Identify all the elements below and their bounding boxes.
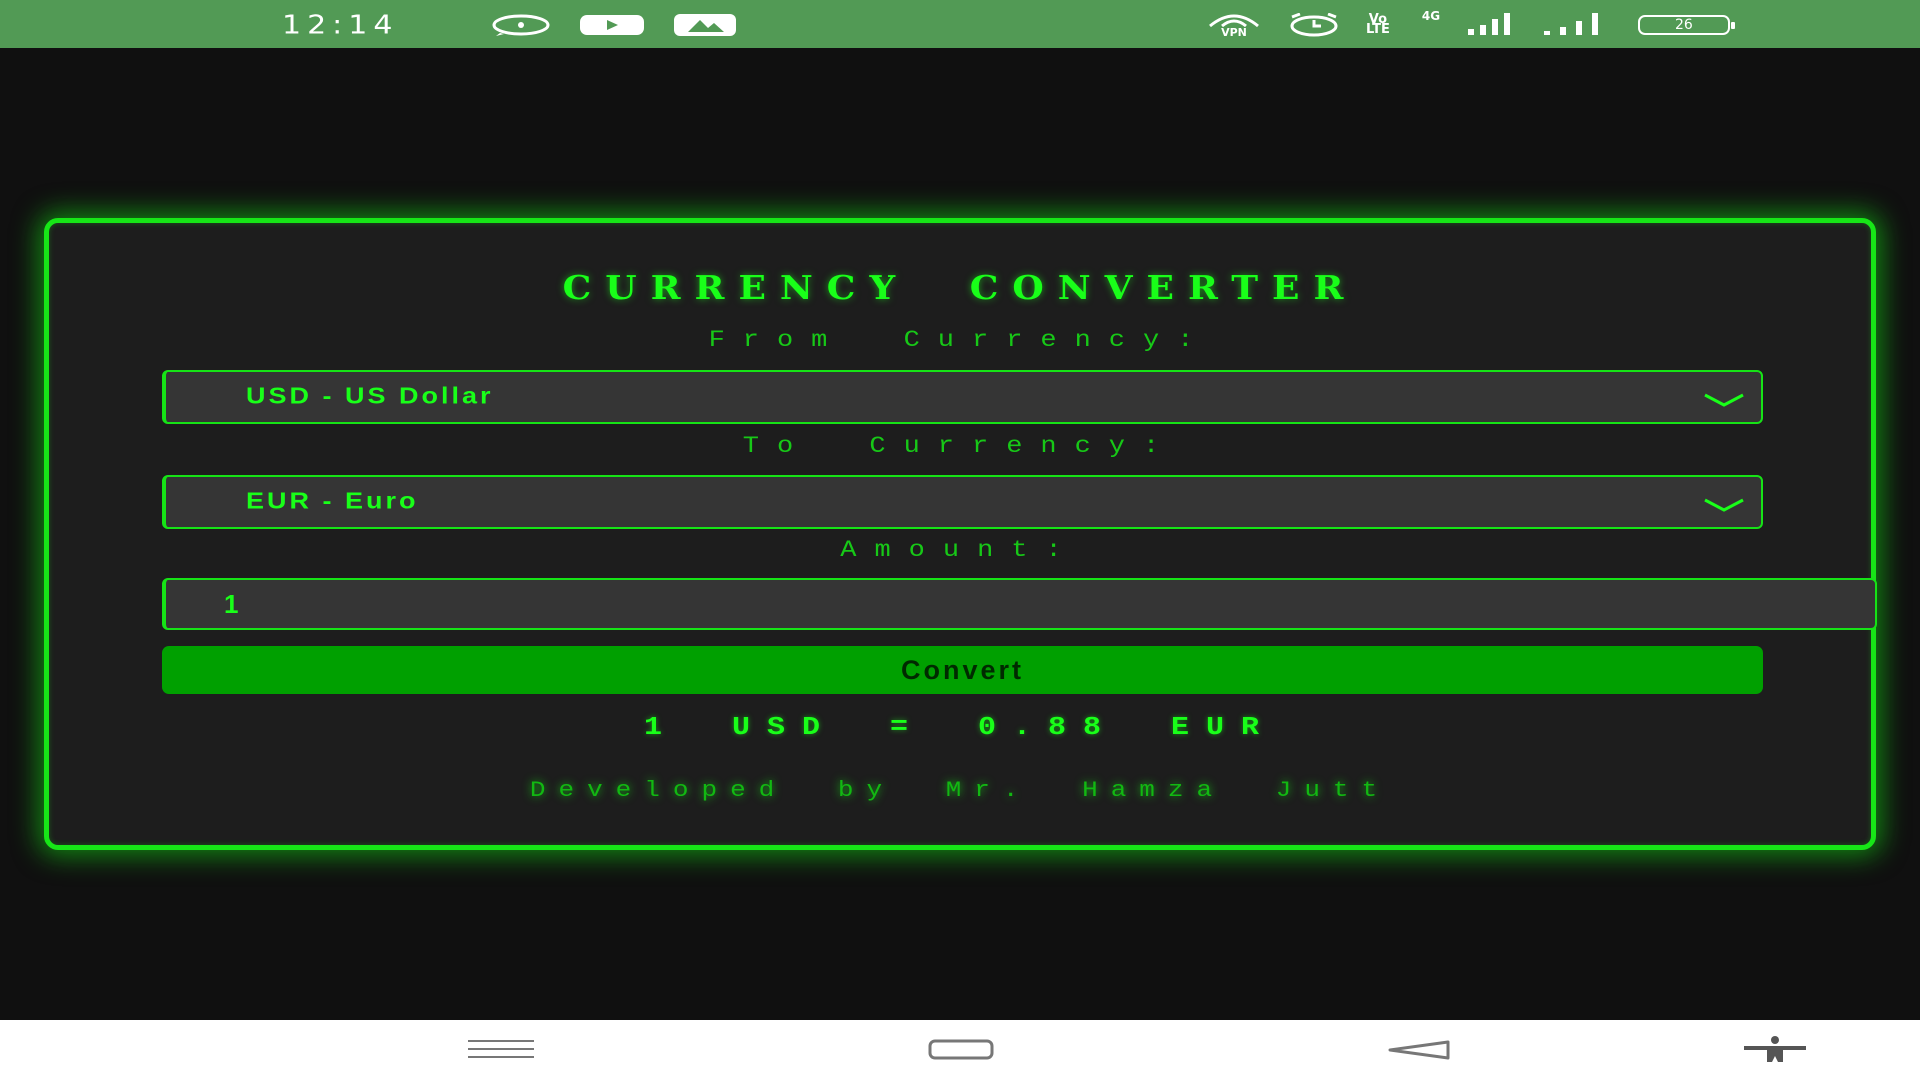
signal-4g-icon: 4G: [1416, 9, 1516, 37]
home-icon[interactable]: [928, 1038, 994, 1066]
accessibility-icon[interactable]: [1742, 1036, 1808, 1068]
page-title: CURRENCY CONVERTER: [562, 269, 1358, 307]
signal-icon: [1542, 13, 1612, 37]
navigation-bar: [0, 1020, 1920, 1080]
to-currency-value: EUR - Euro: [246, 488, 419, 514]
volte-icon: Vo LTE: [1366, 13, 1390, 37]
menu-icon[interactable]: [468, 1038, 534, 1066]
converter-card: CURRENCY CONVERTER From Currency: USD - …: [44, 218, 1877, 850]
from-currency-label: From Currency:: [708, 328, 1212, 354]
conversion-result: 1 USD = 0.88 EUR: [643, 713, 1277, 743]
from-currency-value: USD - US Dollar: [246, 383, 494, 409]
convert-button[interactable]: Convert: [162, 646, 1763, 694]
back-icon[interactable]: [1386, 1038, 1452, 1066]
amount-input[interactable]: [162, 578, 1877, 630]
vpn-label: VPN: [1221, 26, 1247, 39]
battery-level: 26: [1637, 15, 1735, 35]
status-time: 12:14: [282, 10, 399, 41]
status-bar: 12:14 VPN Vo LTE 4G 26: [0, 0, 1920, 48]
battery-icon: 26: [1637, 15, 1735, 35]
amount-label: Amount:: [840, 538, 1080, 564]
gallery-icon: [674, 14, 736, 36]
youtube-icon: [580, 15, 644, 35]
to-currency-select[interactable]: EUR - Euro: [162, 475, 1763, 529]
alarm-icon: [1288, 13, 1340, 37]
developer-credit: Developed by Mr. Hamza Jutt: [529, 777, 1391, 803]
system-icons: VPN Vo LTE 4G 26: [1206, 9, 1735, 38]
network-label: 4G: [1421, 9, 1441, 23]
notification-icons: [492, 14, 736, 36]
chevron-down-icon: [1703, 497, 1745, 516]
volte-label-bottom: LTE: [1366, 22, 1390, 37]
vpn-icon: VPN: [1206, 12, 1262, 38]
whatsapp-icon: [492, 14, 550, 36]
from-currency-select[interactable]: USD - US Dollar: [162, 370, 1763, 424]
to-currency-label: To Currency:: [742, 434, 1178, 460]
chevron-down-icon: [1703, 392, 1745, 411]
